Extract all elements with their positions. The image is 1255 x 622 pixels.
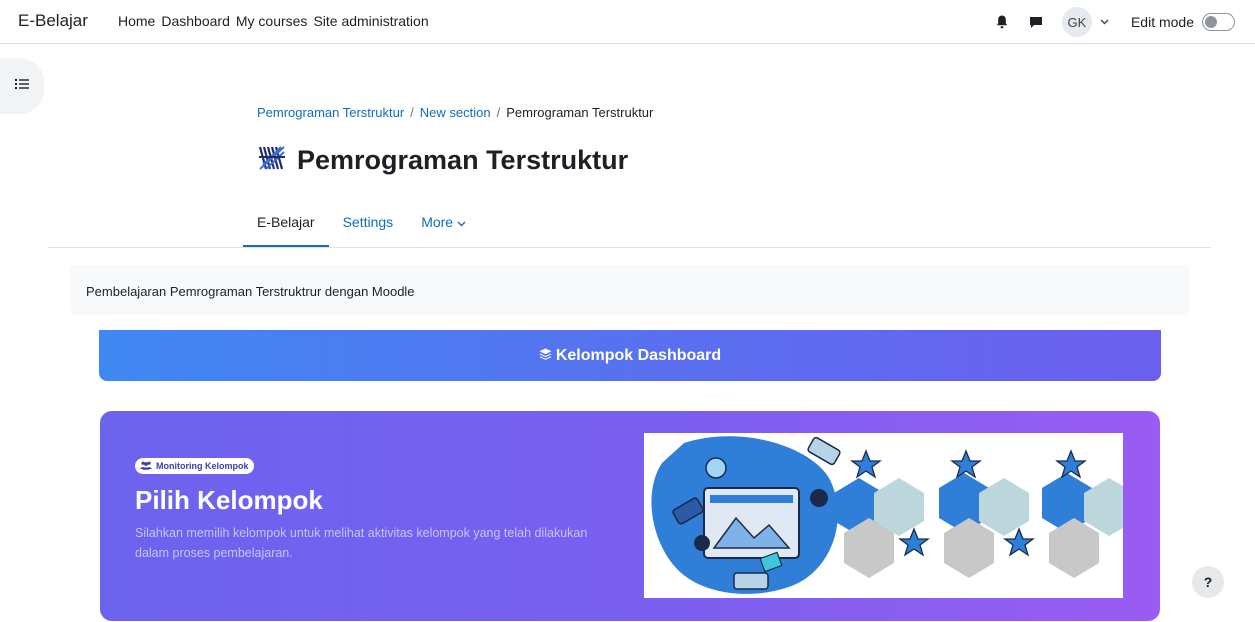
tab-more-label: More (421, 214, 454, 230)
kelompok-dashboard-label: Kelompok Dashboard (555, 346, 722, 364)
help-button[interactable]: ? (1192, 566, 1224, 598)
user-avatar[interactable]: GK (1061, 7, 1092, 37)
bell-icon[interactable] (994, 14, 1010, 30)
course-index-toggle[interactable] (0, 58, 44, 114)
primary-nav: Home Dashboard My courses Site administr… (118, 13, 435, 29)
chat-icon[interactable] (1028, 14, 1044, 30)
secondary-nav-divider (48, 247, 1211, 248)
page-title: Pemrograman Terstruktur (297, 144, 629, 175)
navbar-user-area: GK Edit mode (994, 7, 1235, 37)
monitoring-badge: Monitoring Kelompok (135, 458, 254, 474)
site-brand[interactable]: E-Belajar (18, 11, 88, 31)
breadcrumb-separator: / (410, 105, 414, 120)
chevron-down-icon (457, 214, 466, 230)
course-logo-icon (257, 143, 287, 178)
teamwork-illustration (644, 433, 1123, 598)
tab-settings[interactable]: Settings (329, 207, 408, 248)
nav-link-site-administration[interactable]: Site administration (313, 13, 428, 29)
monitoring-badge-label: Monitoring Kelompok (156, 461, 249, 471)
breadcrumb-section[interactable]: New section (420, 105, 491, 120)
edit-mode-toggle[interactable] (1202, 13, 1235, 31)
breadcrumb-separator: / (496, 105, 501, 120)
course-summary: Pembelajaran Pemrograman Terstruktrur de… (70, 265, 1190, 315)
secondary-nav: E-Belajar Settings More (243, 207, 480, 248)
nav-link-dashboard[interactable]: Dashboard (161, 13, 230, 29)
hero-title: Pilih Kelompok (135, 485, 323, 515)
layers-icon (539, 347, 552, 365)
page-header: Pemrograman Terstruktur (257, 142, 628, 178)
hero-description: Silahkan memilih kelompok untuk melihat … (135, 526, 588, 560)
users-icon (140, 461, 152, 472)
kelompok-dashboard-bar[interactable]: Kelompok Dashboard (99, 330, 1161, 381)
breadcrumb-current: Pemrograman Terstruktur (506, 105, 654, 120)
top-navbar: E-Belajar Home Dashboard My courses Site… (0, 0, 1255, 44)
tab-course[interactable]: E-Belajar (243, 207, 329, 248)
nav-link-my-courses[interactable]: My courses (236, 13, 308, 29)
toggle-knob (1205, 15, 1217, 28)
edit-mode-label: Edit mode (1130, 14, 1194, 30)
nav-link-home[interactable]: Home (118, 13, 155, 29)
breadcrumb: Pemrograman Terstruktur / New section / Pemr… (257, 105, 653, 120)
breadcrumb-course[interactable]: Pemrograman Terstruktur (257, 105, 404, 120)
chevron-down-icon[interactable] (1100, 16, 1109, 28)
tab-more[interactable]: More (407, 207, 480, 248)
group-hero-card: Monitoring Kelompok Pilih Kelompok Silah… (100, 411, 1160, 621)
list-icon (15, 77, 29, 95)
